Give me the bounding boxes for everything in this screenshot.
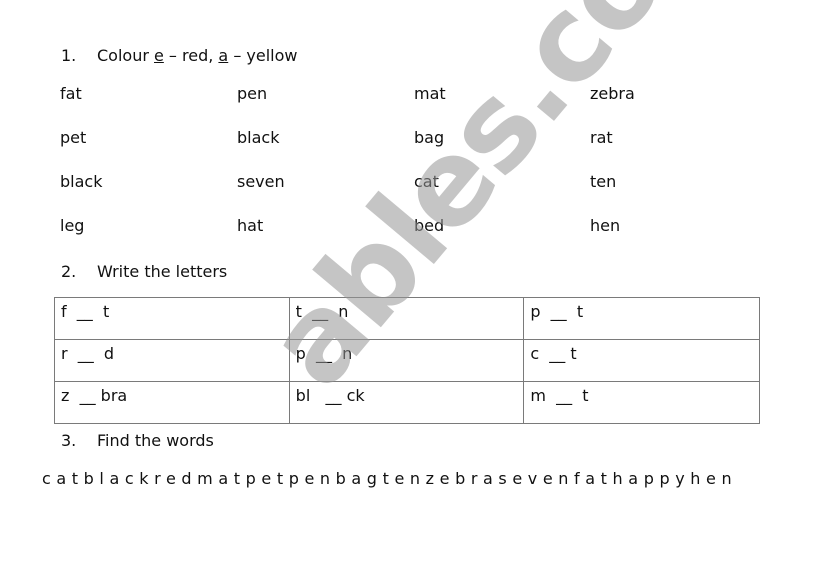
section-2-heading: 2. Write the letters bbox=[61, 262, 227, 282]
table-row: r __ d p __ n c __ t bbox=[54, 339, 760, 382]
word-item: zebra bbox=[590, 84, 635, 103]
word-item: pet bbox=[60, 128, 87, 147]
word-search-letters: catblackredmatpetpenbagtenzebrasevenfath… bbox=[42, 469, 738, 488]
word-item: seven bbox=[237, 172, 285, 191]
section-2-title: Write the letters bbox=[97, 262, 228, 281]
letter-a: a bbox=[218, 46, 229, 65]
word-item: black bbox=[60, 172, 103, 191]
table-row: f __ t t __ n p __ t bbox=[54, 297, 760, 340]
letter-e: e bbox=[154, 46, 164, 65]
table-cell: p __ n bbox=[288, 339, 525, 382]
section-3-title: Find the words bbox=[97, 431, 214, 450]
word-item: rat bbox=[590, 128, 613, 147]
section-1-number: 1. bbox=[61, 46, 77, 65]
section-2-number: 2. bbox=[61, 262, 77, 281]
section-3-heading: 3. Find the words bbox=[61, 431, 214, 451]
word-item: mat bbox=[414, 84, 446, 103]
word-item: bag bbox=[414, 128, 445, 147]
section-1-heading: 1. Colour e – red, a – yellow bbox=[61, 46, 297, 66]
table-cell: r __ d bbox=[54, 339, 290, 382]
section-1-mid2: – yellow bbox=[228, 46, 298, 65]
section-1-mid1: – red, bbox=[163, 46, 219, 65]
word-item: pen bbox=[237, 84, 268, 103]
table-cell: p __ t bbox=[523, 297, 760, 340]
section-1-prefix: Colour bbox=[97, 46, 154, 65]
table-cell: c __ t bbox=[523, 339, 760, 382]
section-3-number: 3. bbox=[61, 431, 77, 450]
table-cell: z __ bra bbox=[54, 381, 290, 424]
word-item: hat bbox=[237, 216, 264, 235]
table-cell: bl __ ck bbox=[288, 381, 525, 424]
table-cell: m __ t bbox=[523, 381, 760, 424]
word-item: fat bbox=[60, 84, 82, 103]
word-item: leg bbox=[60, 216, 85, 235]
table-row: z __ bra bl __ ck m __ t bbox=[54, 381, 760, 424]
word-item: cat bbox=[414, 172, 439, 191]
word-item: ten bbox=[590, 172, 617, 191]
word-item: bed bbox=[414, 216, 445, 235]
table-cell: f __ t bbox=[54, 297, 290, 340]
word-item: black bbox=[237, 128, 280, 147]
word-item: hen bbox=[590, 216, 621, 235]
table-cell: t __ n bbox=[288, 297, 525, 340]
write-letters-table: f __ t t __ n p __ t r __ d p __ n c __ … bbox=[54, 297, 760, 424]
